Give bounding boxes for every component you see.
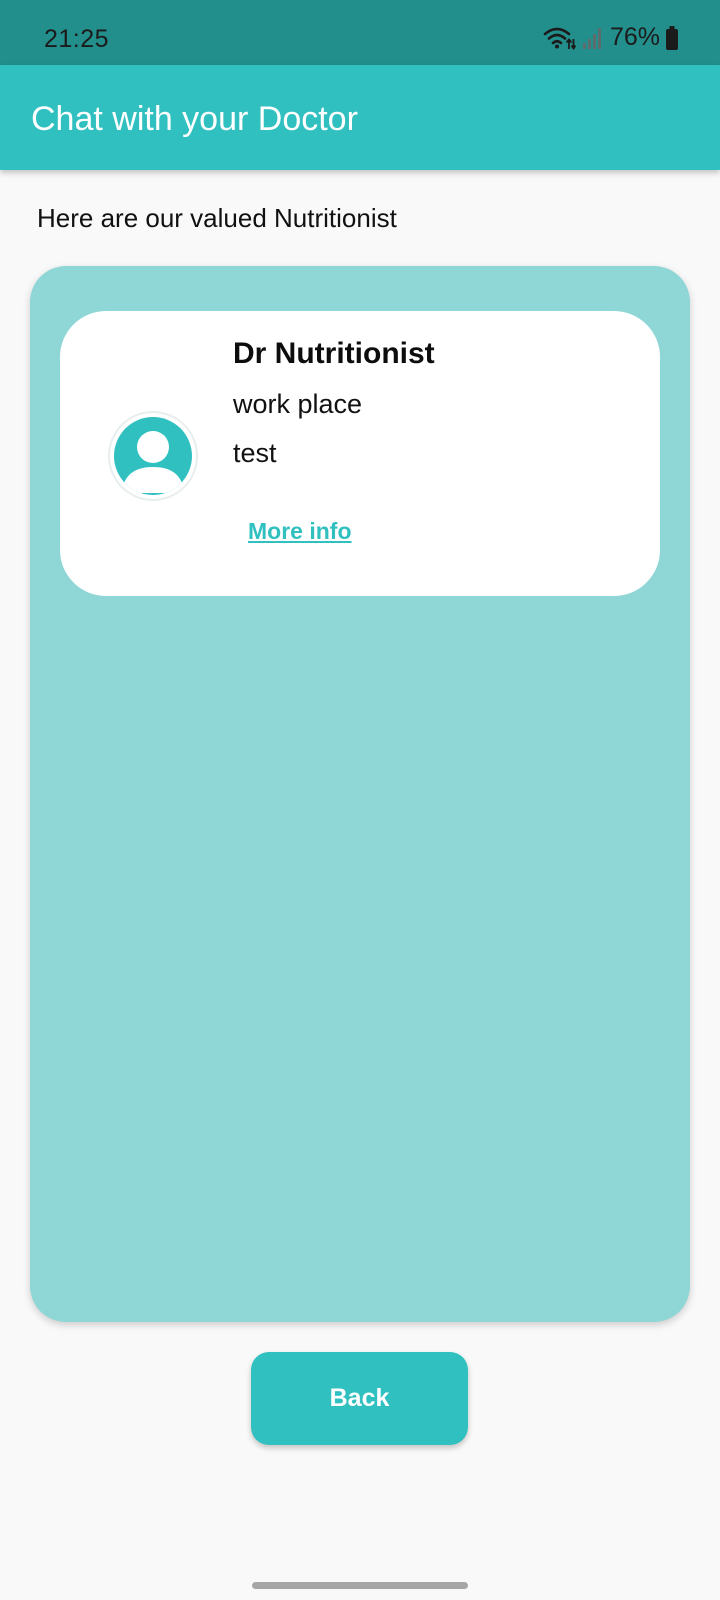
avatar [110,413,196,499]
doctor-extra-info: test [233,438,277,468]
back-button-label: Back [329,1384,390,1412]
app-bar: Chat with your Doctor [0,65,720,170]
status-icons: 76% [542,23,678,52]
more-info-link[interactable]: More info [248,518,352,545]
signal-icon [582,26,604,50]
battery-icon [666,25,678,50]
doctor-card[interactable]: Dr Nutritionist work place test More inf… [60,311,660,596]
page-title: Chat with your Doctor [31,100,358,138]
status-bar: 21:25 76% [0,0,720,65]
user-avatar-icon [114,417,192,495]
status-time: 21:25 [44,25,110,53]
intro-text: Here are our valued Nutritionist [37,203,397,233]
battery-percent: 76% [609,23,660,51]
doctor-workplace: work place [233,389,363,419]
doctor-list-panel: Dr Nutritionist work place test More inf… [30,266,690,1322]
gesture-nav-handle[interactable] [252,1582,468,1589]
wifi-icon [542,25,576,51]
back-button[interactable]: Back [251,1352,468,1445]
doctor-name: Dr Nutritionist [233,337,435,370]
